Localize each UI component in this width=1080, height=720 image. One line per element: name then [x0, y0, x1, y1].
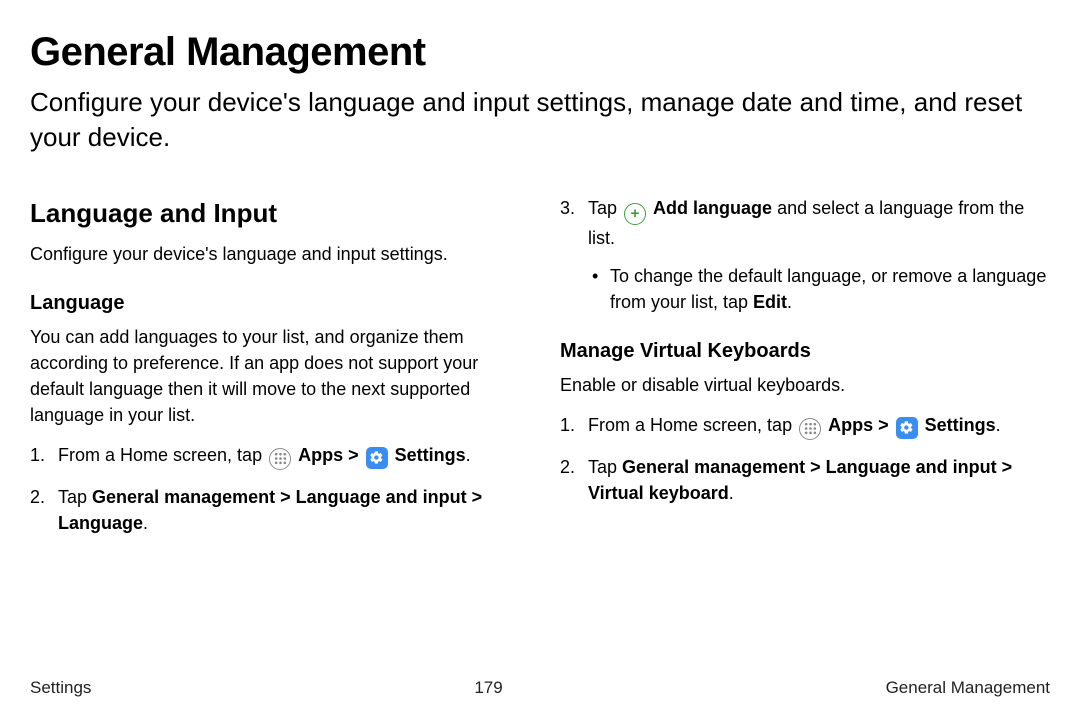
add-language-label: Add language — [653, 198, 772, 218]
period: . — [996, 415, 1001, 435]
page-footer: Settings 179 General Management — [30, 678, 1050, 698]
period: . — [143, 513, 148, 533]
language-bullet-1: To change the default language, or remov… — [588, 263, 1050, 315]
keyboard-step-1: From a Home screen, tap Apps > Settings. — [560, 412, 1050, 440]
language-step-1: From a Home screen, tap Apps > Settings. — [30, 442, 520, 470]
right-column: Tap + Add language and select a language… — [560, 195, 1050, 550]
step-text: Tap — [58, 487, 92, 507]
page-title: General Management — [30, 30, 1050, 75]
keyboards-body: Enable or disable virtual keyboards. — [560, 372, 1050, 398]
gt: > — [343, 445, 364, 465]
footer-left: Settings — [30, 678, 91, 698]
step-text: Tap — [588, 198, 622, 218]
period: . — [787, 292, 792, 312]
language-steps-cont: Tap + Add language and select a language… — [560, 195, 1050, 315]
page-subtitle: Configure your device's language and inp… — [30, 85, 1050, 155]
settings-icon — [896, 417, 918, 439]
step-text: From a Home screen, tap — [588, 415, 797, 435]
apps-icon — [269, 448, 291, 470]
footer-page-number: 179 — [474, 678, 502, 698]
settings-label: Settings — [395, 445, 466, 465]
keyboard-steps: From a Home screen, tap Apps > Settings.… — [560, 412, 1050, 506]
sub-heading-language: Language — [30, 289, 520, 318]
language-body: You can add languages to your list, and … — [30, 324, 520, 428]
period: . — [729, 483, 734, 503]
settings-icon — [366, 447, 388, 469]
apps-icon — [799, 418, 821, 440]
language-steps: From a Home screen, tap Apps > Settings.… — [30, 442, 520, 536]
step-text: From a Home screen, tap — [58, 445, 267, 465]
apps-label: Apps — [298, 445, 343, 465]
edit-label: Edit — [753, 292, 787, 312]
settings-label: Settings — [925, 415, 996, 435]
plus-icon: + — [624, 203, 646, 225]
sub-heading-keyboards: Manage Virtual Keyboards — [560, 337, 1050, 366]
step-text: Tap — [588, 457, 622, 477]
section-intro: Configure your device's language and inp… — [30, 241, 520, 267]
language-step-3: Tap + Add language and select a language… — [560, 195, 1050, 315]
language-bullets: To change the default language, or remov… — [588, 263, 1050, 315]
content-columns: Language and Input Configure your device… — [30, 195, 1050, 550]
section-heading-language-input: Language and Input — [30, 195, 520, 233]
keyboard-step-2: Tap General management > Language and in… — [560, 454, 1050, 506]
step-path: General management > Language and input … — [58, 487, 482, 533]
apps-label: Apps — [828, 415, 873, 435]
bullet-text: To change the default language, or remov… — [610, 266, 1046, 312]
language-step-2: Tap General management > Language and in… — [30, 484, 520, 536]
left-column: Language and Input Configure your device… — [30, 195, 520, 550]
gt: > — [873, 415, 894, 435]
footer-right: General Management — [886, 678, 1050, 698]
period: . — [466, 445, 471, 465]
step-path: General management > Language and input … — [588, 457, 1012, 503]
